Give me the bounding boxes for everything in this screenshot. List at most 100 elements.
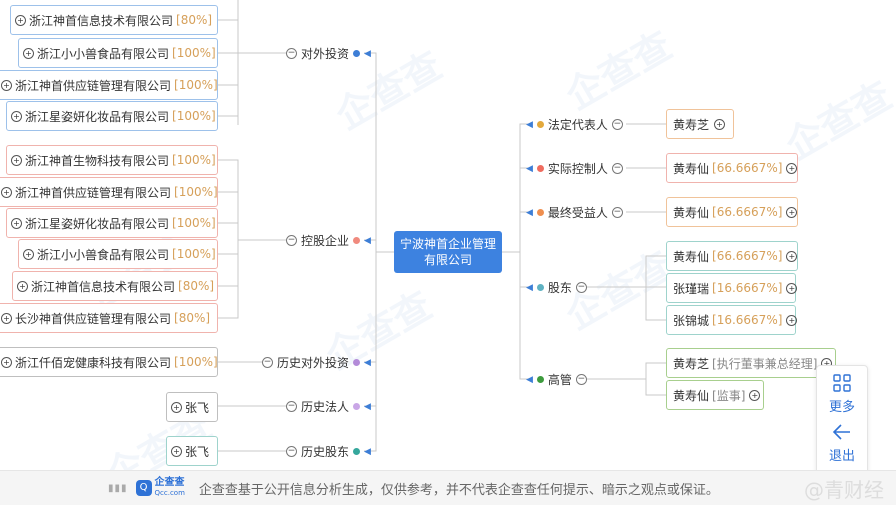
- branch-holding-companies[interactable]: − 控股企业 ◀: [286, 232, 371, 249]
- person-name: 张飞: [185, 444, 210, 459]
- share-percentage: [100%]: [174, 78, 218, 92]
- branch-label: 法定代表人: [547, 118, 608, 132]
- person-node[interactable]: 黄寿仙 [66.6667%] +: [666, 197, 798, 227]
- expand-icon[interactable]: +: [786, 250, 798, 262]
- branch-ultimate-beneficiary[interactable]: ◀ 最终受益人 −: [526, 204, 623, 221]
- expand-icon[interactable]: +: [11, 154, 22, 166]
- exit-button[interactable]: 退出: [817, 415, 867, 464]
- company-node[interactable]: + 浙江神首信息技术有限公司 [80%]: [12, 271, 218, 301]
- company-node[interactable]: + 浙江星姿妍化妆品有限公司 [100%]: [6, 208, 218, 238]
- back-arrow-icon: [832, 424, 850, 440]
- company-name: 浙江仟佰宠健康科技有限公司: [15, 355, 172, 370]
- collapse-icon[interactable]: −: [611, 207, 623, 218]
- company-name: 浙江小小兽食品有限公司: [37, 46, 170, 61]
- person-name: 黄寿仙: [673, 388, 710, 403]
- branch-outbound-investment[interactable]: − 对外投资 ◀: [286, 45, 371, 62]
- company-name: 浙江神首生物科技有限公司: [25, 153, 170, 168]
- expand-icon[interactable]: +: [11, 110, 22, 122]
- arrow-left-icon: ◀: [526, 374, 533, 385]
- qcc-logo-sub: Qcc.com: [154, 489, 185, 497]
- share-percentage: [66.6667%]: [712, 249, 783, 263]
- branch-label: 实际控制人: [547, 162, 608, 176]
- person-node[interactable]: 黄寿仙 [66.6667%] +: [666, 241, 798, 271]
- expand-icon[interactable]: +: [1, 186, 12, 198]
- expand-icon[interactable]: +: [171, 401, 182, 413]
- branch-historical-shareholders[interactable]: − 历史股东 ◀: [286, 443, 371, 460]
- footer-bar: ▮▮▮ Q 企查查 Qcc.com 企查查基于公开信息分析生成，仅供参考，并不代…: [0, 470, 896, 505]
- more-button[interactable]: 更多: [817, 366, 867, 415]
- company-node[interactable]: + 浙江仟佰宠健康科技有限公司 [100%]: [0, 347, 218, 377]
- expand-icon[interactable]: +: [1, 312, 12, 324]
- expand-icon[interactable]: +: [171, 445, 182, 457]
- expand-icon[interactable]: +: [714, 118, 726, 130]
- expand-icon[interactable]: +: [23, 47, 34, 59]
- expand-icon[interactable]: +: [11, 217, 22, 229]
- branch-dot: [353, 50, 361, 57]
- branch-label: 历史股东: [301, 445, 350, 459]
- expand-icon[interactable]: +: [17, 280, 28, 292]
- company-node[interactable]: + 浙江神首信息技术有限公司 [80%]: [10, 5, 218, 35]
- person-node[interactable]: + 张飞: [166, 436, 218, 466]
- center-company-node[interactable]: 宁波神首企业管理有限公司: [394, 231, 502, 273]
- branch-label: 高管: [547, 373, 572, 387]
- collapse-icon[interactable]: −: [611, 119, 623, 130]
- collapse-icon[interactable]: −: [286, 446, 297, 457]
- arrow-left-icon: ◀: [526, 119, 533, 130]
- expand-icon[interactable]: +: [786, 206, 798, 218]
- branch-actual-controller[interactable]: ◀ 实际控制人 −: [526, 160, 623, 177]
- expand-icon[interactable]: +: [786, 162, 798, 174]
- collapse-icon[interactable]: −: [286, 48, 297, 59]
- collapse-icon[interactable]: −: [575, 282, 587, 293]
- person-node[interactable]: + 张飞: [166, 392, 218, 422]
- company-node[interactable]: + 浙江星姿妍化妆品有限公司 [100%]: [6, 101, 218, 131]
- company-name: 浙江神首供应链管理有限公司: [15, 78, 172, 93]
- person-node[interactable]: 黄寿芝 +: [666, 109, 734, 139]
- collapse-icon[interactable]: −: [611, 163, 623, 174]
- person-name: 黄寿仙: [673, 161, 710, 176]
- role-label: [监事]: [712, 388, 746, 403]
- exit-label: 退出: [828, 449, 855, 464]
- arrow-left-icon: ◀: [364, 446, 371, 457]
- branch-historical-legal-rep[interactable]: − 历史法人 ◀: [286, 398, 371, 415]
- weibo-watermark: @青财经: [804, 477, 884, 502]
- branch-shareholders[interactable]: ◀ 股东 −: [526, 279, 587, 296]
- arrow-left-icon: ◀: [526, 163, 533, 174]
- arrow-left-icon: ◀: [364, 357, 371, 368]
- expand-icon[interactable]: +: [786, 314, 798, 326]
- share-percentage: [80%]: [174, 311, 211, 325]
- person-name: 张瑾瑞: [673, 281, 710, 296]
- company-name: 长沙神首供应链管理有限公司: [15, 311, 172, 326]
- collapse-icon[interactable]: −: [286, 401, 297, 412]
- expand-icon[interactable]: +: [1, 356, 12, 368]
- person-node[interactable]: 黄寿仙 [66.6667%] +: [666, 153, 798, 183]
- collapse-icon[interactable]: −: [262, 357, 273, 368]
- collapse-icon[interactable]: −: [575, 374, 587, 385]
- role-label: [执行董事兼总经理]: [712, 356, 818, 371]
- share-percentage: [80%]: [176, 13, 213, 27]
- expand-icon[interactable]: +: [15, 14, 26, 26]
- expand-icon[interactable]: +: [749, 389, 761, 401]
- branch-historical-investment[interactable]: − 历史对外投资 ◀: [262, 354, 371, 371]
- branch-executives[interactable]: ◀ 高管 −: [526, 371, 587, 388]
- signal-icon: ▮▮▮: [108, 482, 128, 494]
- expand-icon[interactable]: +: [23, 248, 34, 260]
- company-node[interactable]: + 浙江神首供应链管理有限公司 [100%]: [0, 70, 218, 100]
- branch-legal-rep[interactable]: ◀ 法定代表人 −: [526, 116, 623, 133]
- collapse-icon[interactable]: −: [286, 235, 297, 246]
- company-node[interactable]: + 浙江神首供应链管理有限公司 [100%]: [0, 177, 218, 207]
- share-percentage: [100%]: [172, 153, 216, 167]
- company-node[interactable]: + 长沙神首供应链管理有限公司 [80%]: [0, 303, 218, 333]
- arrow-left-icon: ◀: [526, 282, 533, 293]
- share-percentage: [100%]: [172, 216, 216, 230]
- person-node[interactable]: 黄寿仙 [监事] +: [666, 380, 764, 410]
- company-node[interactable]: + 浙江小小兽食品有限公司 [100%]: [18, 38, 218, 68]
- company-name: 浙江星姿妍化妆品有限公司: [25, 216, 170, 231]
- expand-icon[interactable]: +: [1, 79, 12, 91]
- expand-icon[interactable]: +: [786, 282, 798, 294]
- branch-label: 对外投资: [301, 47, 350, 61]
- person-node[interactable]: 张瑾瑞 [16.6667%] +: [666, 273, 798, 303]
- person-node[interactable]: 黄寿芝 [执行董事兼总经理] +: [666, 348, 836, 378]
- company-node[interactable]: + 浙江神首生物科技有限公司 [100%]: [6, 145, 218, 175]
- person-node[interactable]: 张锦城 [16.6667%] +: [666, 305, 798, 335]
- company-node[interactable]: + 浙江小小兽食品有限公司 [100%]: [18, 239, 218, 269]
